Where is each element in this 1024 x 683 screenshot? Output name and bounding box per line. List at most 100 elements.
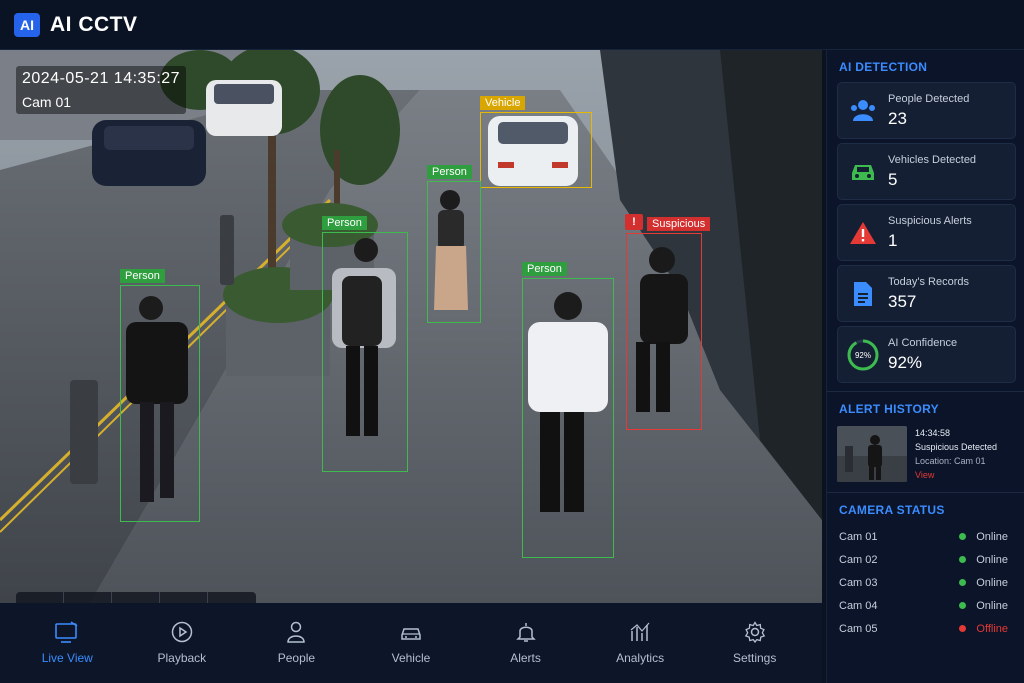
todays-records-card[interactable]: Today's Records 357 <box>837 265 1016 322</box>
nav-settings[interactable]: Settings <box>710 621 800 665</box>
people-detected-card[interactable]: People Detected 23 <box>837 82 1016 139</box>
status-text: Online <box>976 530 1008 543</box>
status-dot <box>959 602 967 609</box>
ai-detection-title: AI DETECTION <box>839 60 928 74</box>
nav-label: Live View <box>41 651 93 665</box>
camera-status-row[interactable]: Cam 03 Online <box>827 571 1024 594</box>
camera-name: Cam 02 <box>839 553 878 566</box>
camera-name: Cam 03 <box>839 576 878 589</box>
alert-thumbnail <box>837 426 907 482</box>
app-title: AI CCTV <box>50 12 138 36</box>
nav-live-view[interactable]: Live View <box>22 621 112 665</box>
detection-tag: Person <box>427 165 472 179</box>
alert-history-item[interactable]: 14:34:58 Suspicious Detected Location: C… <box>837 426 1016 482</box>
nav-label: People <box>277 651 316 665</box>
camera-status: Online <box>959 554 1008 566</box>
camera-status-row[interactable]: Cam 04 Online <box>827 594 1024 617</box>
ai-confidence-card[interactable]: 92% AI Confidence 92% <box>837 326 1016 383</box>
gear-icon <box>744 621 765 643</box>
timestamp-overlay: 2024-05-21 14:35:27 Cam 01 <box>16 66 187 114</box>
play-icon <box>171 621 193 643</box>
detection-box-suspicious[interactable]: ! Suspicious <box>625 214 711 430</box>
datetime-label: 2024-05-21 14:35:27 <box>22 70 181 87</box>
card-value: 23 <box>888 108 907 128</box>
nav-label: Vehicle <box>391 651 431 665</box>
app-root: AI AI CCTV 2024-05-21 14:35:27 Cam 01 Ve… <box>0 0 1024 683</box>
suspicious-alerts-card[interactable]: Suspicious Alerts 1 <box>837 204 1016 261</box>
card-label: Suspicious Alerts <box>888 214 972 227</box>
camera-status-row[interactable]: Cam 01 Online <box>827 525 1024 548</box>
car-icon <box>401 628 421 640</box>
detection-box-person[interactable]: Person <box>322 216 408 472</box>
alert-location: Location: Cam 01 <box>915 456 986 466</box>
camera-name: Cam 01 <box>839 530 878 543</box>
camera-status: Online <box>959 577 1008 589</box>
status-dot <box>959 625 967 632</box>
card-label: AI Confidence <box>888 336 958 349</box>
people-icon <box>851 99 875 121</box>
nav-playback[interactable]: Playback <box>137 621 227 665</box>
camera-name: Cam 04 <box>839 599 878 612</box>
card-label: Today's Records <box>888 275 969 288</box>
camera-status: Offline <box>959 623 1008 635</box>
detection-tag: Suspicious <box>647 217 711 231</box>
status-text: Online <box>976 553 1008 566</box>
nav-vehicle[interactable]: Vehicle <box>366 621 456 665</box>
nav-alerts[interactable]: Alerts <box>481 621 571 665</box>
camera-status-row[interactable]: Cam 05 Offline <box>827 617 1024 640</box>
detection-box-person[interactable]: Person <box>120 269 200 522</box>
camera-status: Online <box>959 600 1008 612</box>
camera-status-title: CAMERA STATUS <box>839 503 945 517</box>
alert-time: 14:34:58 <box>915 428 951 438</box>
camera-label: Cam 01 <box>22 94 72 110</box>
camera-status: Online <box>959 531 1008 543</box>
status-dot <box>959 556 967 563</box>
car-icon <box>852 164 874 180</box>
nav-label: Analytics <box>616 651 665 665</box>
detection-tag: Vehicle <box>480 96 526 110</box>
nav-label: Playback <box>157 651 207 665</box>
grid-split-button[interactable] <box>64 592 112 603</box>
bottom-navigation: Live View Playback People Vehicle Alerts… <box>0 603 822 683</box>
fullscreen-button[interactable] <box>208 592 256 603</box>
detection-box-person[interactable]: Person <box>522 262 614 558</box>
chart-icon <box>630 622 650 641</box>
alert-view-link[interactable]: View <box>915 468 997 482</box>
status-text: Online <box>976 599 1008 612</box>
person-filter-button[interactable] <box>112 592 160 603</box>
live-video-feed[interactable]: 2024-05-21 14:35:27 Cam 01 Vehicle Perso… <box>0 50 822 603</box>
vehicles-detected-card[interactable]: Vehicles Detected 5 <box>837 143 1016 200</box>
detection-tag: Person <box>522 262 567 276</box>
card-value: 5 <box>888 169 898 189</box>
card-value: 92% <box>888 352 923 372</box>
nav-analytics[interactable]: Analytics <box>595 621 685 665</box>
camera-name: Cam 05 <box>839 622 878 635</box>
status-dot <box>959 579 967 586</box>
status-text: Offline <box>976 622 1008 635</box>
monitor-icon <box>55 621 78 643</box>
nav-label: Alerts <box>510 651 541 665</box>
warning-icon: ! <box>625 214 643 230</box>
detection-box-vehicle[interactable]: Vehicle <box>480 96 592 188</box>
app-logo: AI <box>14 12 40 37</box>
status-dot <box>959 533 967 540</box>
card-label: Vehicles Detected <box>888 153 977 166</box>
card-label: People Detected <box>888 92 970 105</box>
hd-button[interactable]: HD <box>160 592 208 603</box>
card-value: 357 <box>888 291 917 311</box>
detection-tag: Person <box>120 269 165 283</box>
alert-history-title: ALERT HISTORY <box>839 402 939 416</box>
person-icon <box>287 621 306 643</box>
detection-box-person[interactable]: Person <box>427 165 481 323</box>
side-panel: AI DETECTION People Detected 23 Vehicles… <box>826 50 1024 683</box>
camera-status-list: Cam 01 Online Cam 02 Online Cam 03 Online Cam … <box>827 525 1024 640</box>
bell-icon <box>515 623 536 642</box>
confidence-ring-icon: 92% <box>847 339 879 370</box>
status-text: Online <box>976 576 1008 589</box>
card-value: 1 <box>888 230 898 250</box>
grid-4-button[interactable] <box>16 592 64 603</box>
nav-label: Settings <box>732 651 777 665</box>
nav-people[interactable]: People <box>251 621 341 665</box>
camera-status-row[interactable]: Cam 02 Online <box>827 548 1024 571</box>
warning-icon <box>850 221 876 244</box>
